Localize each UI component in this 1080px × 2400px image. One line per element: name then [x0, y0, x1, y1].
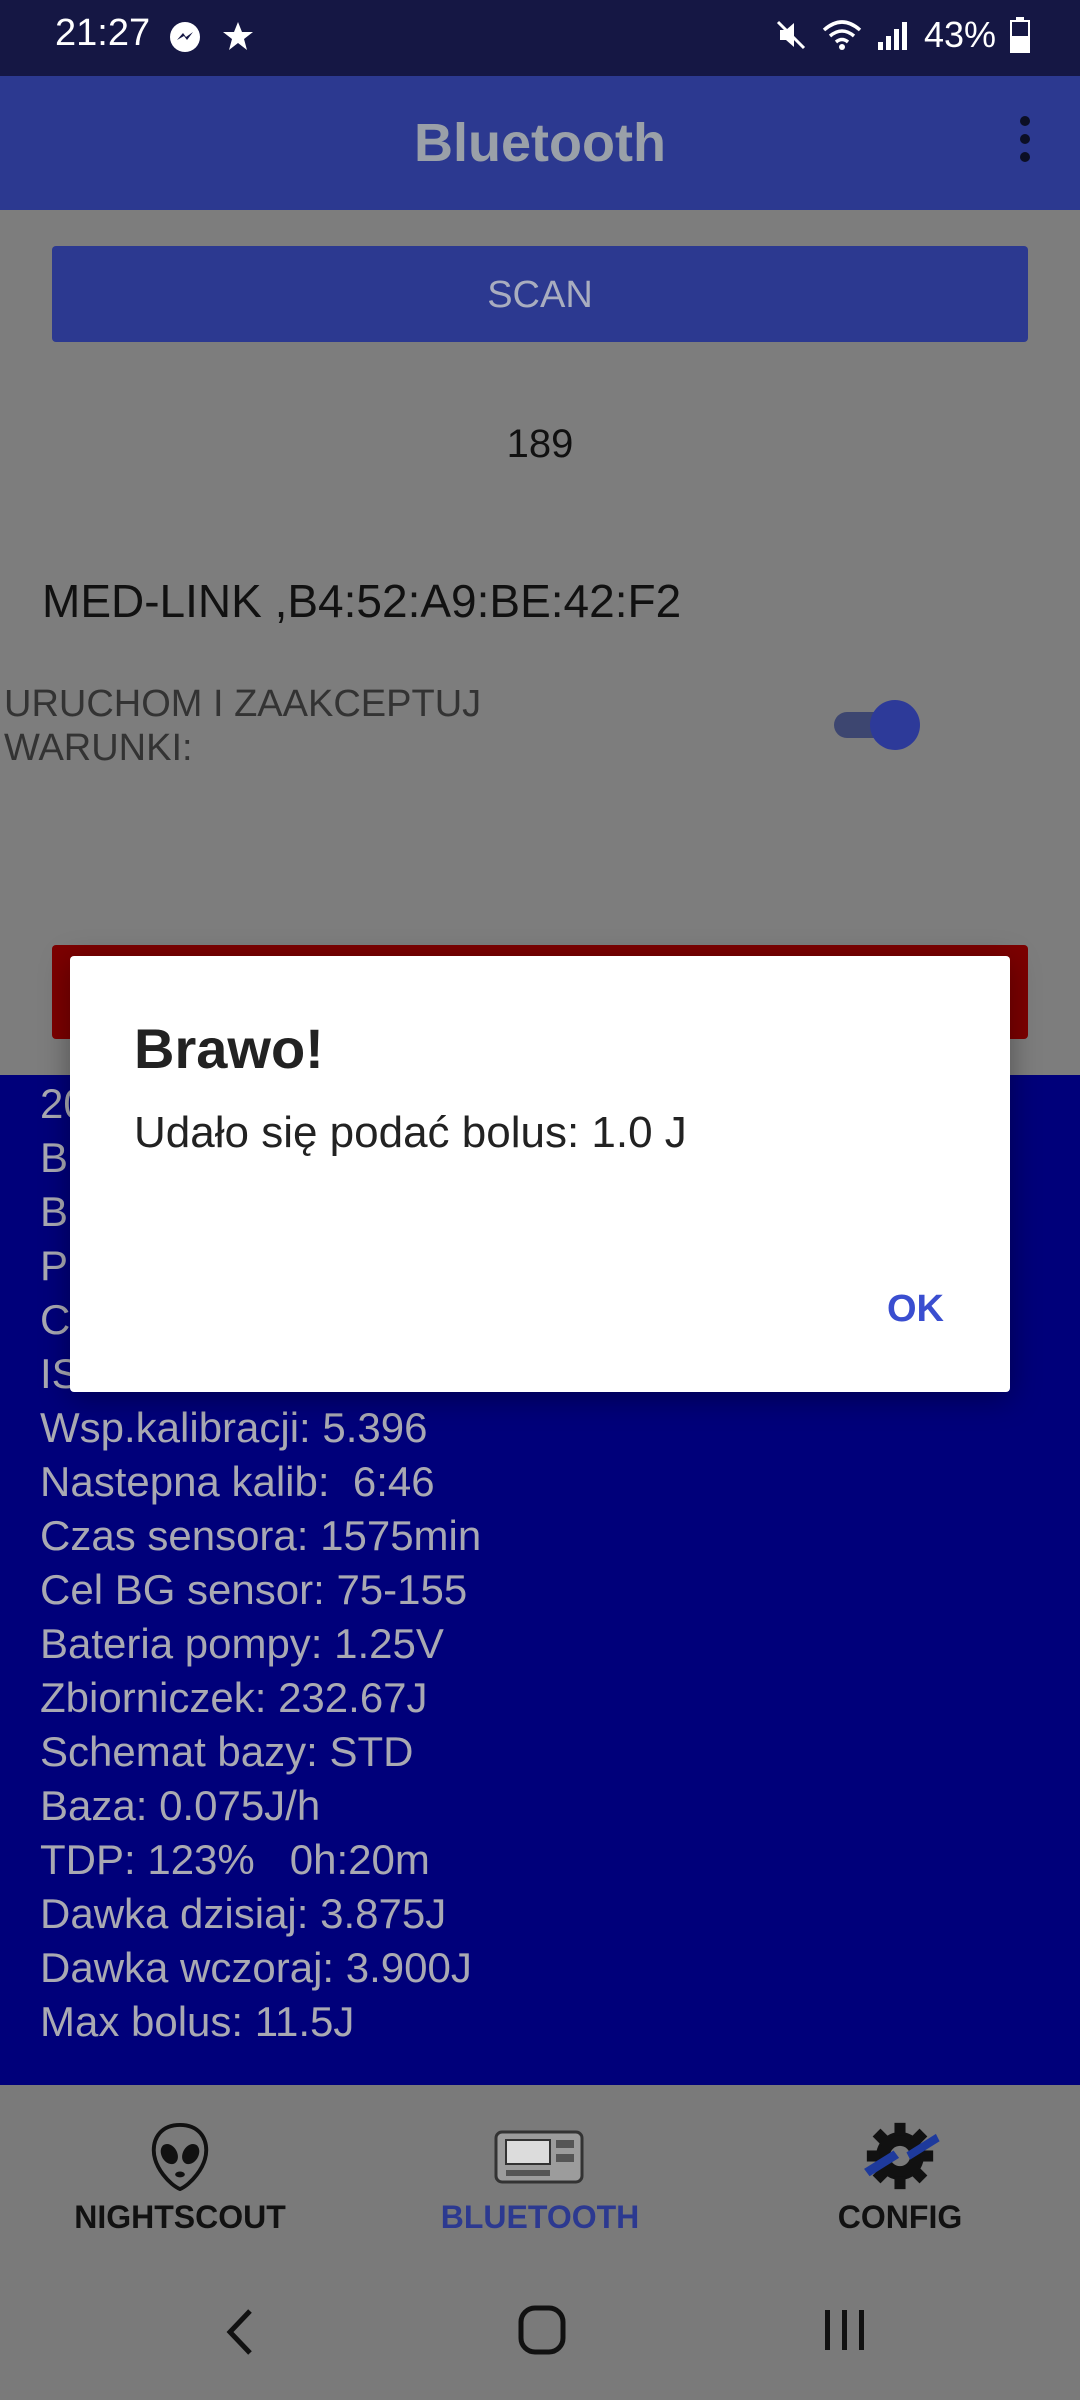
dialog-overlay: Brawo! Udało się podać bolus: 1.0 J OK	[0, 0, 1080, 2400]
ok-button[interactable]: OK	[887, 1288, 944, 1331]
success-dialog: Brawo! Udało się podać bolus: 1.0 J OK	[70, 956, 1010, 1392]
dialog-message: Udało się podać bolus: 1.0 J	[134, 1108, 687, 1157]
dialog-title: Brawo!	[134, 1017, 324, 1080]
